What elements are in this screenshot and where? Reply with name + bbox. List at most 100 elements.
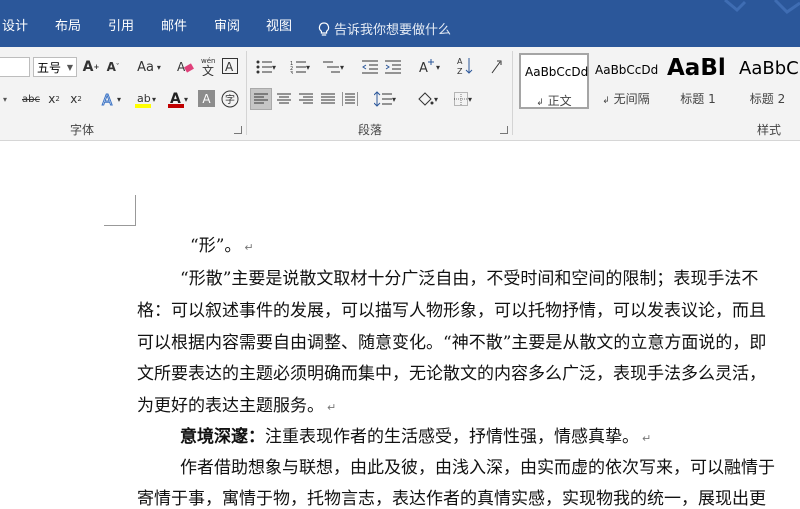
ribbon-tab-bar: 设计 布局 引用 邮件 审阅 视图 告诉我你想要做什么 [0, 0, 800, 47]
sort-button[interactable]: AZ [455, 55, 475, 77]
shading-button[interactable]: ▾ [412, 89, 442, 109]
character-border-icon: A [222, 58, 238, 74]
character-shading-button[interactable]: A [198, 90, 215, 107]
tab-mailings[interactable]: 邮件 [161, 19, 187, 35]
line-spacing-button[interactable]: ▾ [370, 89, 400, 109]
align-center-icon [277, 93, 291, 104]
tab-view[interactable]: 视图 [266, 19, 292, 35]
margin-corner-mark [104, 225, 136, 226]
multilevel-list-button[interactable]: ▾ [318, 57, 348, 77]
group-separator [246, 51, 247, 135]
justify-button[interactable] [318, 89, 338, 109]
align-right-icon [299, 93, 313, 104]
style-name: ↲ 正文 [536, 94, 572, 108]
styles-group-label: 样式 [757, 123, 782, 137]
increase-indent-button[interactable] [383, 57, 403, 77]
decrease-indent-button[interactable] [360, 57, 380, 77]
font-size-value: 五号 [37, 61, 62, 75]
title-bar-decoration-icon [724, 0, 800, 14]
ribbon-home: 五号 ▼ A + Aˇ Aa ▾ A wén 文 A ▾ abc x2 x2 A ▾ a… [0, 47, 800, 141]
chinese-layout-button[interactable]: A ▾ [414, 57, 444, 77]
enclosed-character-icon: 字 [221, 90, 238, 107]
svg-text:文: 文 [202, 63, 214, 76]
document-line: 文所要表达的主题必须明确而集中，无论散文的内容多么广泛，表现手法多么灵活， [137, 364, 766, 384]
grow-font-button[interactable]: A + [82, 57, 100, 77]
tell-me-search[interactable]: 告诉我你想要做什么 [318, 19, 451, 38]
paragraph-mark-icon: ↵ [642, 432, 652, 445]
distributed-button[interactable] [340, 89, 360, 109]
lightbulb-icon [318, 22, 330, 36]
font-name-input[interactable] [0, 57, 30, 77]
svg-text:A: A [225, 60, 234, 74]
margin-corner-mark [135, 195, 136, 226]
tab-layout[interactable]: 布局 [55, 19, 81, 35]
highlight-color-button[interactable]: ab ▾ [130, 89, 160, 109]
document-line: 可以根据内容需要自由调整、随意变化。“神不散”主要是从散文的立意方面说的，即 [137, 333, 767, 353]
style-name: 标题 2 [749, 92, 786, 106]
group-separator [512, 51, 513, 135]
justify-icon [321, 93, 335, 104]
document-line: 作者借助想象与联想，由此及彼，由浅入深，由实而虚的依次写来，可以融情于 [180, 458, 775, 478]
font-size-select[interactable]: 五号 ▼ [33, 57, 77, 77]
styles-gallery: AaBbCcDd ↲ 正文 AaBbCcDd ↲ 无间隔 AaBl 标题 1 A… [517, 51, 800, 113]
style-preview: AaBbCcDd [525, 65, 589, 79]
show-marks-button[interactable] [486, 57, 506, 77]
svg-text:Z: Z [457, 67, 463, 76]
style-heading-2[interactable]: AaBbC 标题 2 [735, 53, 800, 109]
borders-icon [453, 92, 468, 106]
align-center-button[interactable] [274, 89, 294, 109]
tab-design[interactable]: 设计 [2, 19, 28, 35]
chevron-down-icon[interactable]: ▾ [3, 95, 7, 104]
text-effects-button[interactable]: A ▾ [97, 89, 125, 109]
enclose-characters-button[interactable]: 字 [220, 89, 239, 108]
multilevel-list-icon [322, 61, 340, 73]
subscript-button[interactable]: x2 [45, 89, 63, 109]
style-name: ↲ 无间隔 [602, 92, 650, 106]
clear-formatting-button[interactable]: A [176, 57, 196, 77]
paragraph-mark-icon [491, 60, 502, 74]
document-line: 意境深邃：注重表现作者的生活感受，抒情性强，情感真挚。 ↵ [180, 427, 652, 447]
document-line: “形散”主要是说散文取材十分广泛自由，不受时间和空间的限制；表现手法不 [180, 269, 759, 289]
tab-references[interactable]: 引用 [108, 19, 134, 35]
svg-text:A: A [177, 60, 186, 74]
align-left-icon [254, 93, 268, 104]
style-preview: AaBl [667, 55, 726, 81]
bullets-button[interactable]: ▾ [252, 57, 280, 77]
numbering-button[interactable]: 1 2 3 ▾ [286, 57, 314, 77]
svg-text:3: 3 [290, 71, 293, 74]
document-line: 格：可以叙述事件的发展，可以描写人物形象，可以托物抒情，可以发表议论，而且 [137, 301, 766, 321]
style-normal[interactable]: AaBbCcDd ↲ 正文 [519, 53, 589, 109]
tab-review[interactable]: 审阅 [214, 19, 240, 35]
paragraph-mark-icon: ↵ [327, 401, 337, 414]
style-heading-1[interactable]: AaBl 标题 1 [663, 53, 733, 109]
style-preview: AaBbC [739, 58, 799, 79]
increase-indent-icon [385, 60, 401, 74]
font-dialog-launcher-icon[interactable] [234, 126, 242, 134]
style-no-spacing[interactable]: AaBbCcDd ↲ 无间隔 [591, 53, 661, 109]
font-color-button[interactable]: A ▾ [164, 89, 192, 109]
font-color-icon: A [167, 91, 184, 108]
style-preview: AaBbCcDd [595, 63, 659, 77]
strikethrough-button[interactable]: abc [20, 89, 42, 109]
align-right-button[interactable] [296, 89, 316, 109]
borders-button[interactable]: ▾ [448, 89, 478, 109]
change-case-button[interactable]: Aa ▾ [134, 57, 164, 77]
paint-bucket-icon [418, 92, 434, 106]
superscript-button[interactable]: x2 [67, 89, 85, 109]
distributed-align-icon [342, 92, 358, 106]
chevron-down-icon: ▼ [66, 63, 73, 72]
character-border-button[interactable]: A [221, 57, 239, 75]
shrink-font-button[interactable]: Aˇ [104, 57, 122, 77]
chinese-layout-icon: A [419, 59, 434, 75]
text-effects-icon: A [101, 91, 113, 107]
phonetic-guide-button[interactable]: wén 文 [199, 55, 219, 77]
style-name: 标题 1 [680, 92, 716, 106]
font-group-label: 字体 [70, 123, 95, 137]
numbered-list-icon: 123 [290, 61, 306, 74]
paragraph-dialog-launcher-icon[interactable] [500, 126, 508, 134]
svg-text:字: 字 [225, 93, 235, 106]
align-left-button[interactable] [250, 88, 272, 110]
phonetic-guide-icon: wén文 [201, 57, 215, 76]
paragraph-mark-icon: ↵ [244, 241, 254, 254]
bold-term: 意境深邃： [180, 427, 265, 447]
